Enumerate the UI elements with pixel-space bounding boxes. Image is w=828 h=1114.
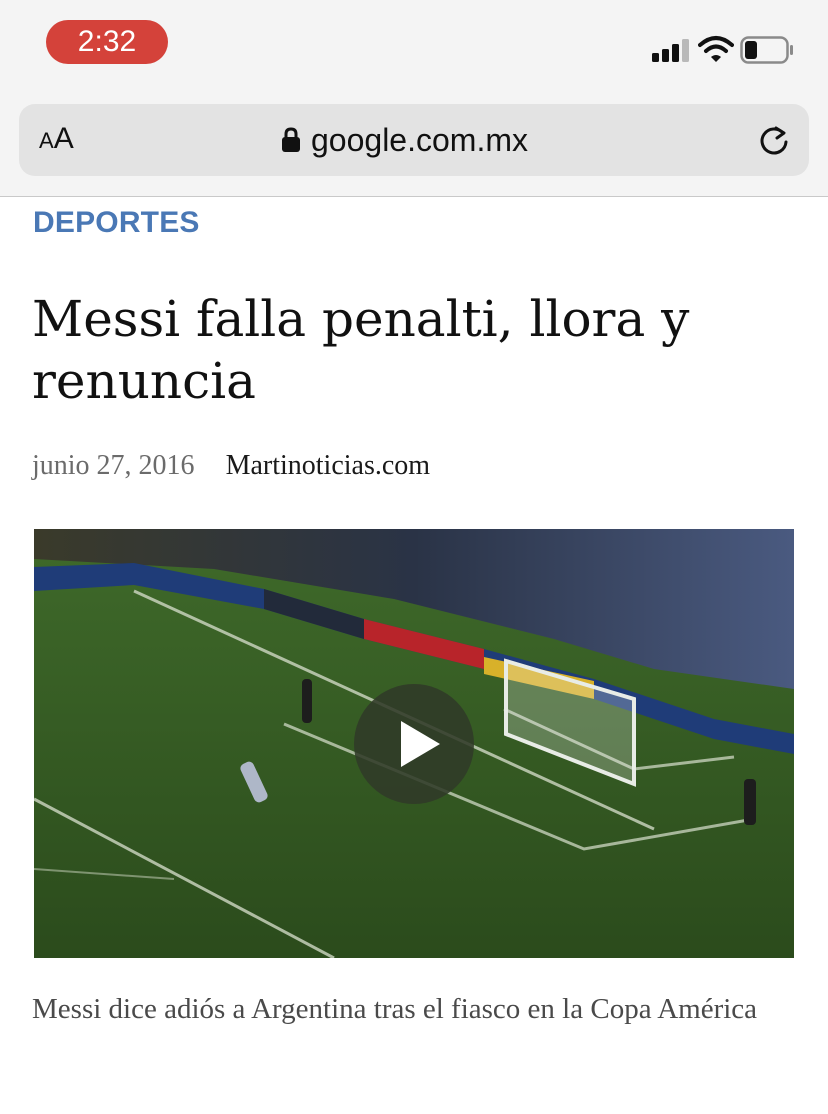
status-bar: 2:32 <box>0 0 828 96</box>
video-caption: Messi dice adiós a Argentina tras el fia… <box>32 993 758 1025</box>
wifi-icon <box>698 36 734 62</box>
domain-text: google.com.mx <box>311 121 528 158</box>
play-button[interactable] <box>354 684 474 804</box>
article-headline: Messi falla penalti, llora y renuncia <box>32 290 690 410</box>
source-name[interactable]: Martinoticias.com <box>226 450 431 481</box>
status-time[interactable]: 2:32 <box>46 20 168 64</box>
address-bar[interactable]: AA google.com.mx <box>19 104 809 176</box>
reload-icon[interactable] <box>757 124 791 158</box>
text-size-button[interactable]: AA <box>39 122 74 158</box>
battery-icon <box>740 36 793 64</box>
lock-icon <box>282 127 300 152</box>
play-icon <box>401 721 440 767</box>
publish-date: junio 27, 2016 <box>32 450 195 481</box>
video-player[interactable] <box>34 529 794 958</box>
article-meta: junio 27, 2016 Martinoticias.com <box>32 450 430 482</box>
text-size-small-label: A <box>39 128 54 153</box>
url-display[interactable]: google.com.mx <box>281 120 528 160</box>
section-label[interactable]: DEPORTES <box>33 206 200 240</box>
browser-toolbar: AA google.com.mx <box>0 96 828 197</box>
text-size-big-label: A <box>53 122 74 155</box>
cellular-signal-icon <box>652 38 692 62</box>
